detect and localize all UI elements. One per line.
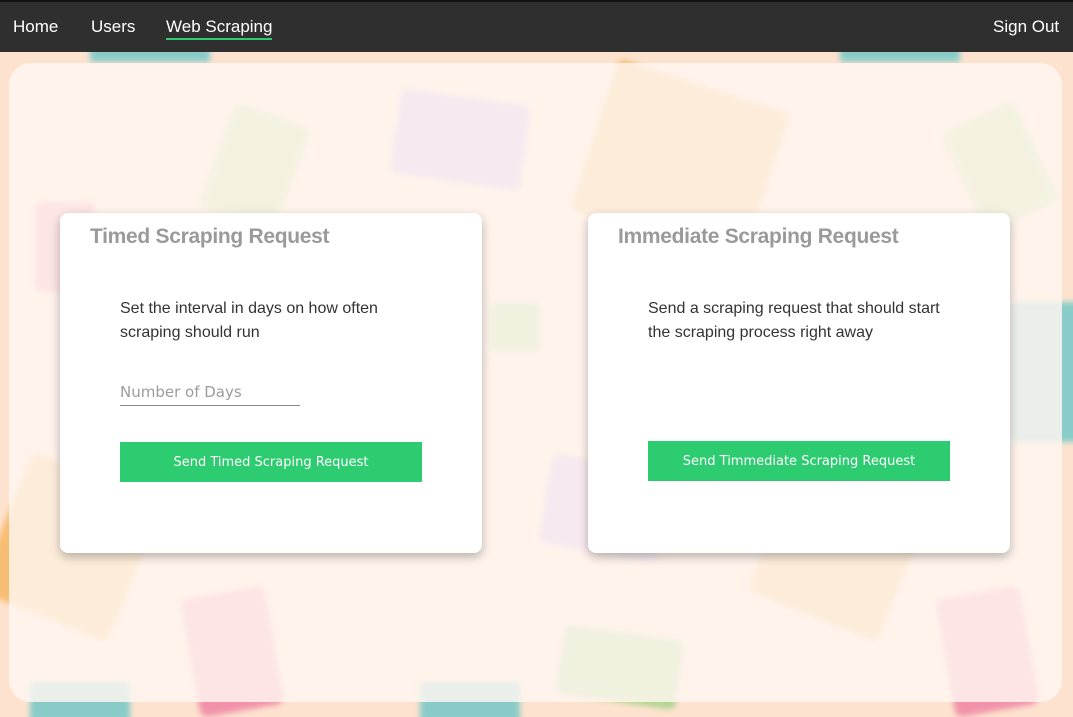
timed-scraping-card: Timed Scraping Request Set the interval … <box>60 213 482 553</box>
send-immediate-scraping-button[interactable]: Send Timmediate Scraping Request <box>648 441 950 481</box>
send-timed-scraping-button[interactable]: Send Timed Scraping Request <box>120 442 422 482</box>
number-of-days-input[interactable] <box>120 378 300 406</box>
immediate-scraping-description: Send a scraping request that should star… <box>648 300 940 341</box>
timed-scraping-description: Set the interval in days on how often sc… <box>120 300 378 341</box>
timed-scraping-title: Timed Scraping Request <box>90 225 330 248</box>
top-navbar: Home Users Web Scraping Sign Out <box>0 0 1073 52</box>
immediate-scraping-title: Immediate Scraping Request <box>618 225 899 248</box>
sign-out-link[interactable]: Sign Out <box>993 17 1059 37</box>
nav-users-link[interactable]: Users <box>91 17 135 37</box>
nav-web-scraping-link[interactable]: Web Scraping <box>166 17 273 40</box>
immediate-scraping-card: Immediate Scraping Request Send a scrapi… <box>588 213 1010 553</box>
nav-home-link[interactable]: Home <box>13 17 58 37</box>
